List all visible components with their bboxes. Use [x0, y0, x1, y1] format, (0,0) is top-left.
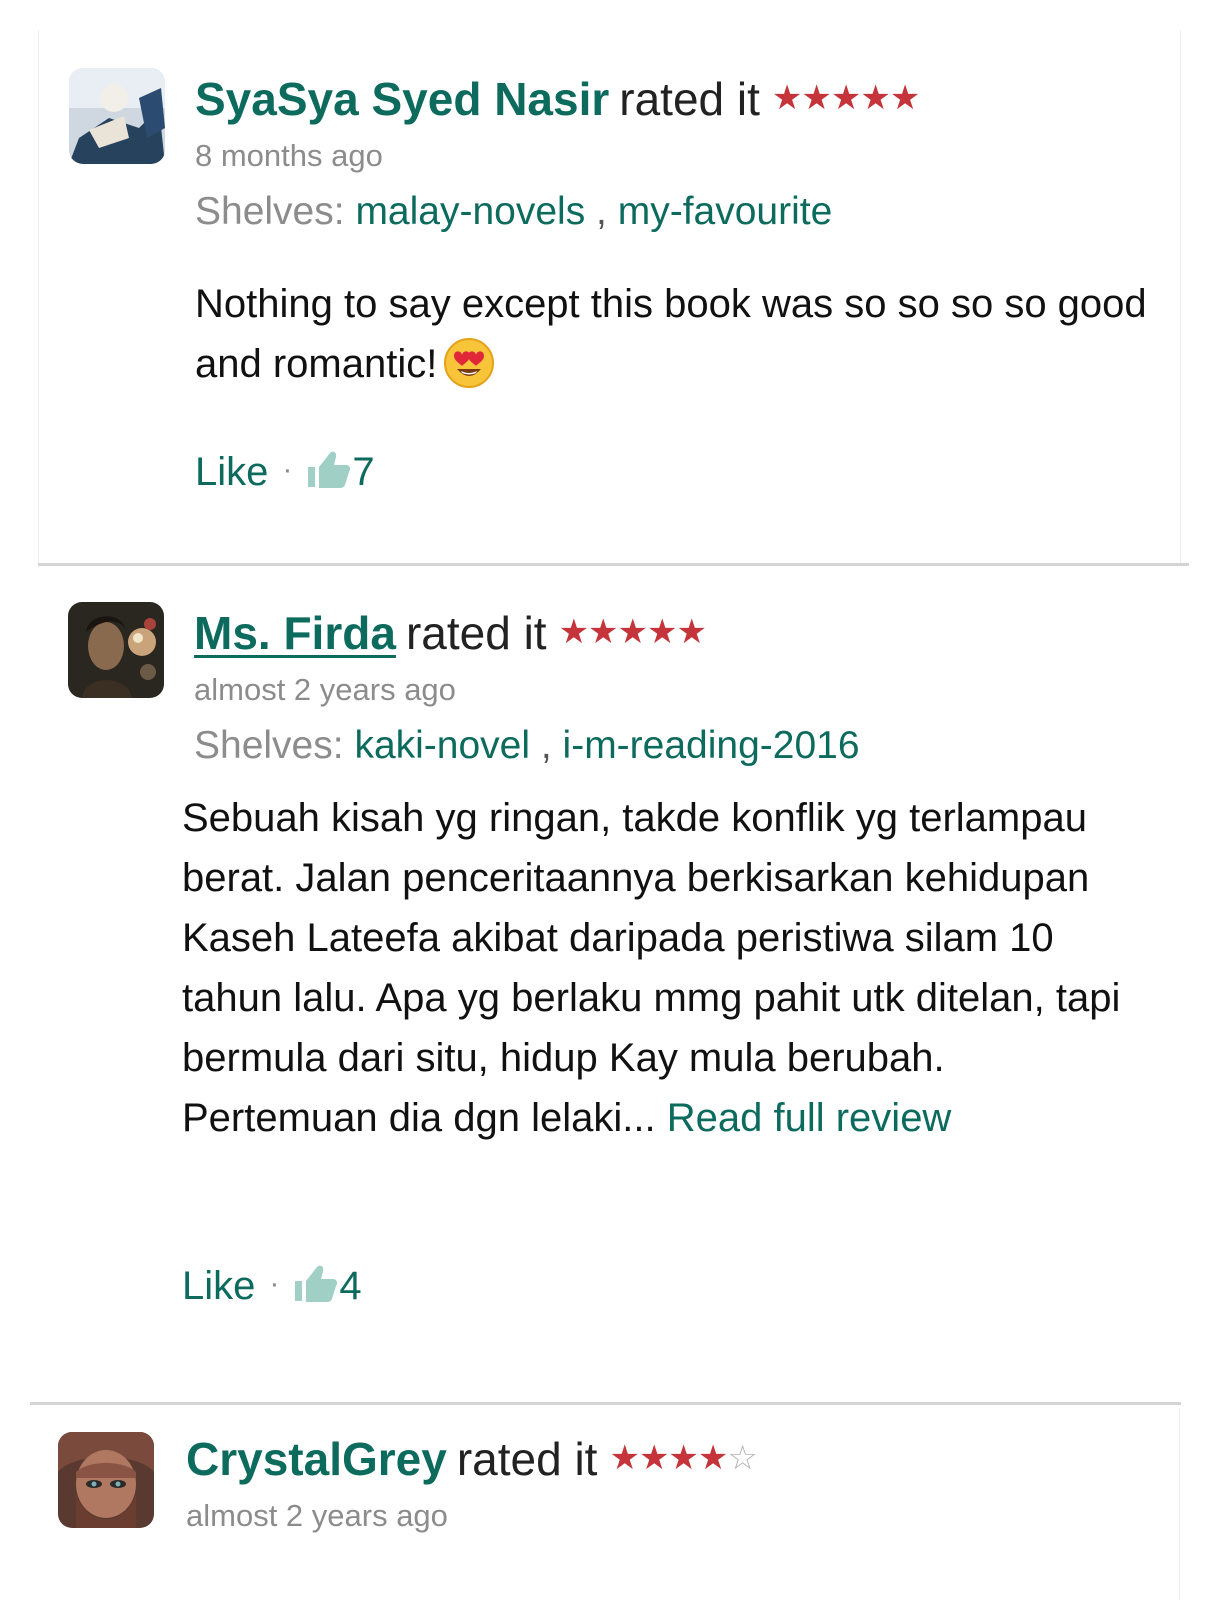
review-text: Nothing to say except this book was so s… [195, 282, 1147, 386]
shelf-link[interactable]: my-favourite [618, 190, 833, 233]
rated-it-label: rated it [456, 1433, 598, 1485]
user-avatar[interactable] [69, 68, 165, 164]
user-name-link[interactable]: Ms. Firda [194, 607, 396, 659]
thumbs-up-icon [308, 451, 351, 488]
review-date[interactable]: almost 2 years ago [194, 670, 456, 710]
like-row: Like · 7 [195, 446, 375, 496]
shelf-separator: , [540, 724, 552, 767]
review-text: Sebuah kisah yg ringan, takde konflik yg… [182, 796, 1121, 1140]
review-divider [30, 1402, 1181, 1405]
heart-eyes-emoji-icon [444, 338, 495, 388]
like-button[interactable]: Like [182, 1264, 255, 1308]
user-name-link[interactable]: CrystalGrey [186, 1433, 447, 1485]
like-button[interactable]: Like [195, 450, 268, 494]
star-rating: ★★★★★ [771, 70, 920, 126]
like-count: 4 [339, 1264, 362, 1308]
star-icon: ★★★★ [609, 1439, 728, 1477]
empty-star-icon: ☆ [727, 1439, 758, 1477]
like-count: 7 [352, 450, 375, 494]
shelf-link[interactable]: kaki-novel [354, 724, 530, 767]
review-card: Ms. Firda rated it ★★★★★ almost 2 years ag… [38, 568, 1181, 1406]
review-card: CrystalGrey rated it ★★★★☆ almost 2 years … [30, 1408, 1180, 1600]
like-separator: · [269, 1267, 280, 1300]
review-body: Sebuah kisah yg ringan, takde konflik yg… [182, 788, 1142, 1148]
like-separator: · [282, 453, 293, 486]
shelves-label: Shelves: [195, 190, 345, 233]
shelves-line: Shelves: malay-novels , my-favourite [195, 188, 832, 236]
review-date[interactable]: almost 2 years ago [186, 1496, 448, 1536]
review-header: SyaSya Syed Nasir rated it ★★★★★ [195, 70, 920, 127]
review-header: CrystalGrey rated it ★★★★☆ [186, 1430, 758, 1487]
star-icon: ★★★★★ [558, 613, 707, 651]
rated-it-label: rated it [619, 73, 760, 125]
thumbs-up-icon [295, 1265, 338, 1302]
user-avatar[interactable] [68, 602, 164, 698]
shelf-separator: , [596, 190, 607, 233]
shelf-link[interactable]: i-m-reading-2016 [563, 724, 860, 767]
user-avatar[interactable] [58, 1432, 154, 1528]
rated-it-label: rated it [405, 607, 547, 659]
review-body: Nothing to say except this book was so s… [195, 274, 1155, 394]
shelf-link[interactable]: malay-novels [355, 190, 585, 233]
read-full-review-link[interactable]: Read full review [667, 1096, 952, 1140]
shelves-line: Shelves: kaki-novel , i-m-reading-2016 [194, 722, 860, 770]
star-icon: ★★★★★ [771, 79, 920, 117]
review-header: Ms. Firda rated it ★★★★★ [194, 604, 707, 661]
review-date[interactable]: 8 months ago [195, 136, 383, 176]
star-rating: ★★★★☆ [609, 1430, 758, 1486]
star-rating: ★★★★★ [558, 604, 707, 660]
review-divider [38, 563, 1189, 566]
review-card: SyaSya Syed Nasir rated it ★★★★★ 8 months … [38, 30, 1181, 566]
like-row: Like · 4 [182, 1260, 362, 1310]
user-name-link[interactable]: SyaSya Syed Nasir [195, 73, 609, 125]
shelves-label: Shelves: [194, 724, 344, 767]
